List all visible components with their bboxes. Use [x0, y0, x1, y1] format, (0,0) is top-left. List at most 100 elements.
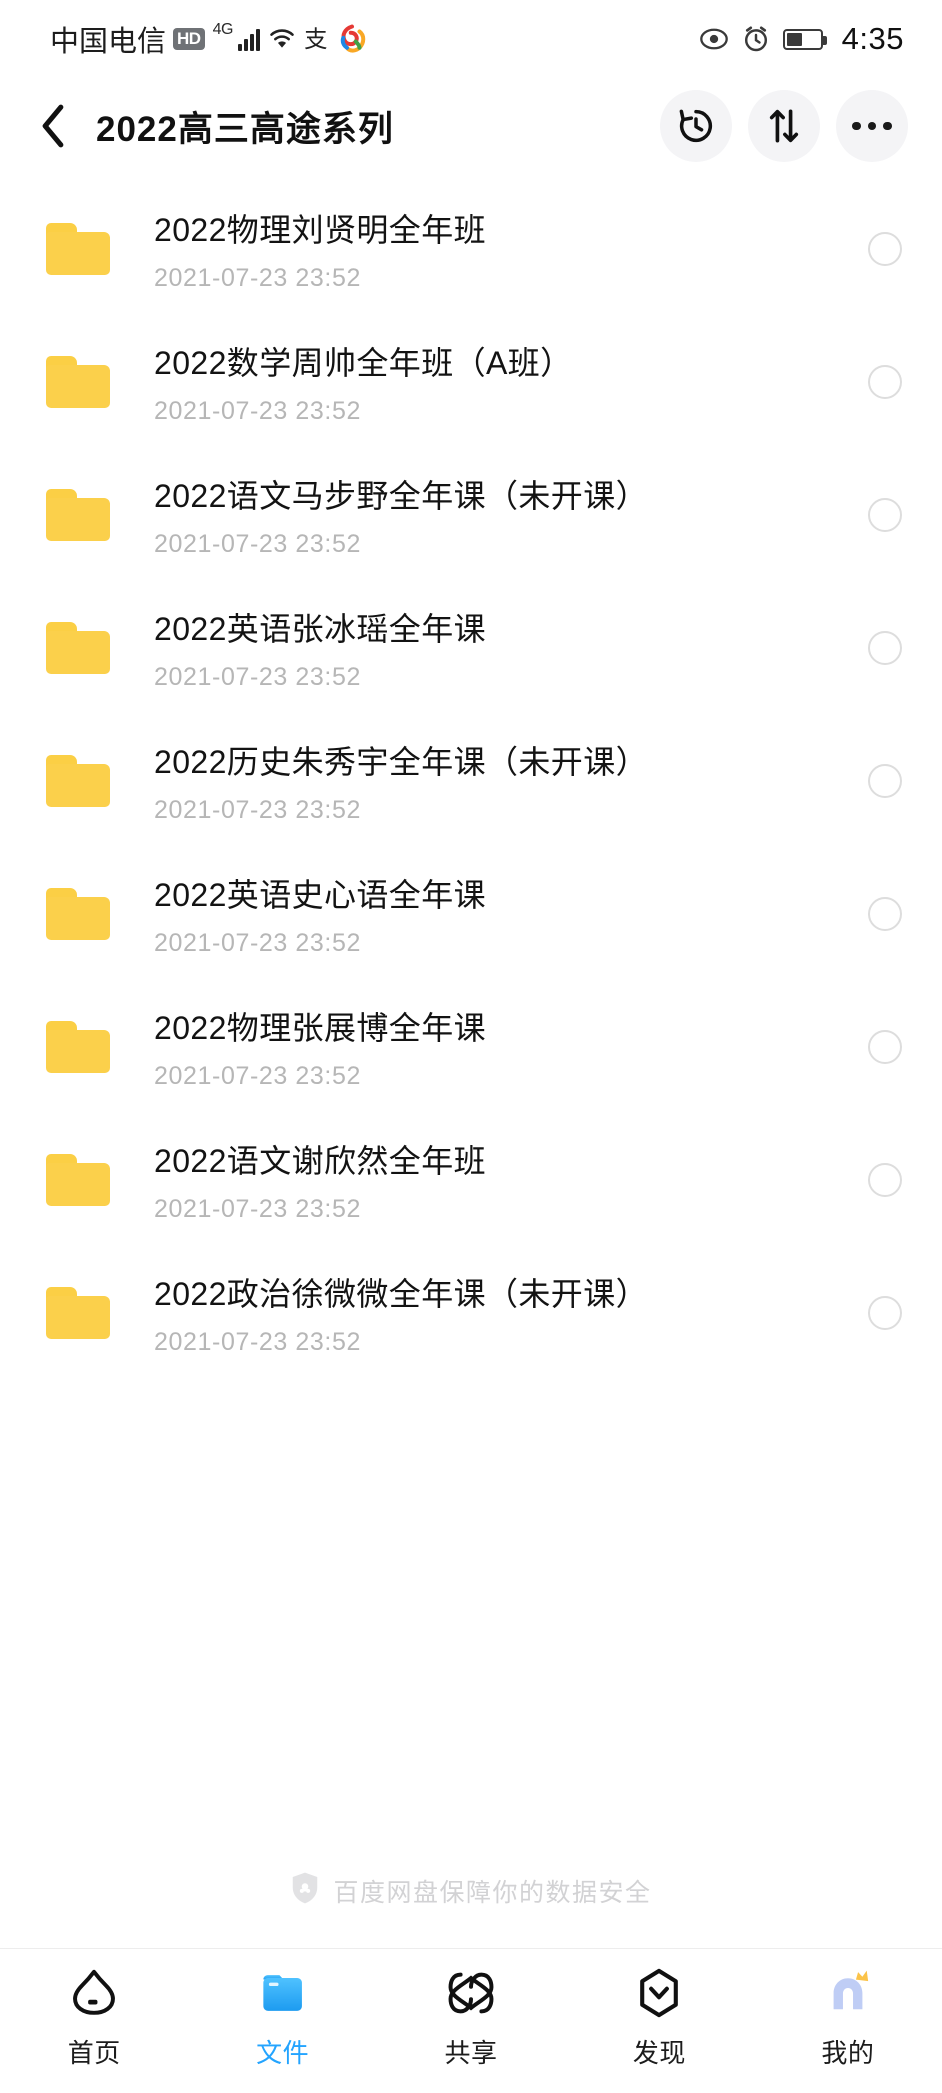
- list-item[interactable]: 2022政治徐微微全年课（未开课） 2021-07-23 23:52: [0, 1246, 942, 1379]
- list-item-title: 2022英语史心语全年课: [154, 876, 486, 913]
- page-title: 2022高三高途系列: [96, 109, 394, 149]
- folder-filled-icon: [258, 1965, 308, 2021]
- list-item-title: 2022语文谢欣然全年班: [154, 1142, 486, 1179]
- list-item-checkbox[interactable]: [868, 1295, 902, 1330]
- list-item-text: 2022英语史心语全年课 2021-07-23 23:52: [154, 870, 844, 958]
- list-item-date: 2021-07-23 23:52: [154, 396, 361, 425]
- list-item-checkbox[interactable]: [868, 1029, 902, 1064]
- tab-files[interactable]: 文件: [188, 1965, 376, 2070]
- wifi-icon: [267, 27, 297, 51]
- network-type-label: 4G: [212, 21, 234, 38]
- folder-icon: [46, 1286, 110, 1339]
- list-item[interactable]: 2022语文谢欣然全年班 2021-07-23 23:52: [0, 1113, 942, 1246]
- folder-icon: [46, 621, 110, 674]
- list-item-title: 2022政治徐微微全年课（未开课）: [154, 1275, 648, 1312]
- tab-mine[interactable]: 我的: [754, 1965, 942, 2070]
- tab-share[interactable]: 共享: [377, 1965, 565, 2070]
- list-item-checkbox[interactable]: [868, 630, 902, 665]
- list-item-date: 2021-07-23 23:52: [154, 263, 361, 292]
- folder-icon: [46, 355, 110, 408]
- battery-icon: [782, 28, 827, 50]
- tab-label: 共享: [444, 2038, 498, 2068]
- list-item-checkbox[interactable]: [868, 364, 902, 399]
- back-button[interactable]: [40, 98, 86, 154]
- list-item[interactable]: 2022物理刘贤明全年班 2021-07-23 23:52: [0, 182, 942, 315]
- safety-note-text: 百度网盘保障你的数据安全: [333, 1878, 652, 1907]
- folder-icon: [46, 887, 110, 940]
- sort-button[interactable]: [748, 90, 820, 162]
- list-item[interactable]: 2022英语史心语全年课 2021-07-23 23:52: [0, 847, 942, 980]
- chevron-left-icon: [42, 104, 64, 148]
- history-clock-icon: [679, 109, 713, 143]
- signal-bars-icon: [237, 27, 260, 51]
- app-logo-icon: [337, 24, 367, 54]
- list-item[interactable]: 2022历史朱秀宇全年课（未开课） 2021-07-23 23:52: [0, 714, 942, 847]
- sort-updown-icon: [769, 109, 799, 143]
- list-item-date: 2021-07-23 23:52: [154, 1061, 361, 1090]
- tab-home[interactable]: 首页: [0, 1965, 188, 2070]
- bottom-tab-bar: 首页 文件 共享 发现 我的: [0, 1948, 942, 2093]
- list-item-checkbox[interactable]: [868, 1162, 902, 1197]
- alipay-icon: 支: [304, 25, 330, 53]
- list-item-text: 2022语文谢欣然全年班 2021-07-23 23:52: [154, 1136, 844, 1224]
- list-item-checkbox[interactable]: [868, 896, 902, 931]
- list-item-title: 2022历史朱秀宇全年课（未开课）: [154, 743, 648, 780]
- list-item-checkbox[interactable]: [868, 497, 902, 532]
- more-dots-icon: [852, 121, 892, 131]
- folder-icon: [46, 1020, 110, 1073]
- folder-icon: [46, 1153, 110, 1206]
- avatar-crown-icon: [821, 1965, 875, 2021]
- compass-hexagon-icon: [636, 1965, 682, 2021]
- hd-badge-icon: HD: [173, 28, 205, 50]
- header-actions: [660, 90, 908, 162]
- list-item-title: 2022物理刘贤明全年班: [154, 211, 486, 248]
- svg-text:支: 支: [304, 26, 327, 52]
- list-item[interactable]: 2022数学周帅全年班（A班） 2021-07-23 23:52: [0, 315, 942, 448]
- history-button[interactable]: [660, 90, 732, 162]
- list-item-date: 2021-07-23 23:52: [154, 795, 361, 824]
- tab-label: 文件: [256, 2038, 310, 2068]
- list-item-text: 2022政治徐微微全年课（未开课） 2021-07-23 23:52: [154, 1269, 844, 1357]
- list-item-checkbox[interactable]: [868, 231, 902, 266]
- share-infinity-icon: [445, 1965, 497, 2021]
- list-item-date: 2021-07-23 23:52: [154, 529, 361, 558]
- list-item-title: 2022语文马步野全年课（未开课）: [154, 477, 648, 514]
- tab-label: 我的: [821, 2038, 875, 2068]
- app-root: 中国电信 HD 4G 支 4:35 2022高三高途系列 2022物理刘贤明全年…: [0, 0, 942, 2093]
- clock-label: 4:35: [841, 21, 904, 56]
- list-item-date: 2021-07-23 23:52: [154, 662, 361, 691]
- list-item[interactable]: 2022英语张冰瑶全年课 2021-07-23 23:52: [0, 581, 942, 714]
- tab-discover[interactable]: 发现: [565, 1965, 753, 2070]
- list-item-date: 2021-07-23 23:52: [154, 1194, 361, 1223]
- list-item-date: 2021-07-23 23:52: [154, 1327, 361, 1356]
- list-item-title: 2022数学周帅全年班（A班）: [154, 344, 573, 381]
- page-header: 2022高三高途系列: [0, 78, 942, 174]
- list-item[interactable]: 2022物理张展博全年课 2021-07-23 23:52: [0, 980, 942, 1113]
- list-item-title: 2022物理张展博全年课: [154, 1009, 486, 1046]
- shield-baidu-icon: [290, 1871, 320, 1910]
- list-item-checkbox[interactable]: [868, 763, 902, 798]
- list-item-text: 2022语文马步野全年课（未开课） 2021-07-23 23:52: [154, 471, 844, 559]
- list-item-text: 2022物理张展博全年课 2021-07-23 23:52: [154, 1003, 844, 1091]
- folder-icon: [46, 222, 110, 275]
- status-bar-right: 4:35: [699, 21, 904, 57]
- more-button[interactable]: [836, 90, 908, 162]
- list-item-date: 2021-07-23 23:52: [154, 928, 361, 957]
- safety-note: 百度网盘保障你的数据安全: [0, 1841, 942, 1948]
- list-item-text: 2022历史朱秀宇全年课（未开课） 2021-07-23 23:52: [154, 737, 844, 825]
- tab-label: 首页: [67, 2038, 121, 2068]
- status-bar: 中国电信 HD 4G 支 4:35: [0, 0, 942, 78]
- folder-icon: [46, 754, 110, 807]
- list-item-text: 2022物理刘贤明全年班 2021-07-23 23:52: [154, 205, 844, 293]
- list-item-text: 2022数学周帅全年班（A班） 2021-07-23 23:52: [154, 338, 844, 426]
- status-bar-left: 中国电信 HD 4G 支: [50, 18, 367, 60]
- folder-icon: [46, 488, 110, 541]
- list-item[interactable]: 2022语文马步野全年课（未开课） 2021-07-23 23:52: [0, 448, 942, 581]
- eye-icon: [699, 26, 729, 52]
- file-list[interactable]: 2022物理刘贤明全年班 2021-07-23 23:52 2022数学周帅全年…: [0, 174, 942, 1841]
- list-item-title: 2022英语张冰瑶全年课: [154, 610, 486, 647]
- list-item-text: 2022英语张冰瑶全年课 2021-07-23 23:52: [154, 604, 844, 692]
- carrier-label: 中国电信: [50, 26, 167, 58]
- alarm-clock-icon: [742, 25, 770, 53]
- tab-label: 发现: [632, 2038, 686, 2068]
